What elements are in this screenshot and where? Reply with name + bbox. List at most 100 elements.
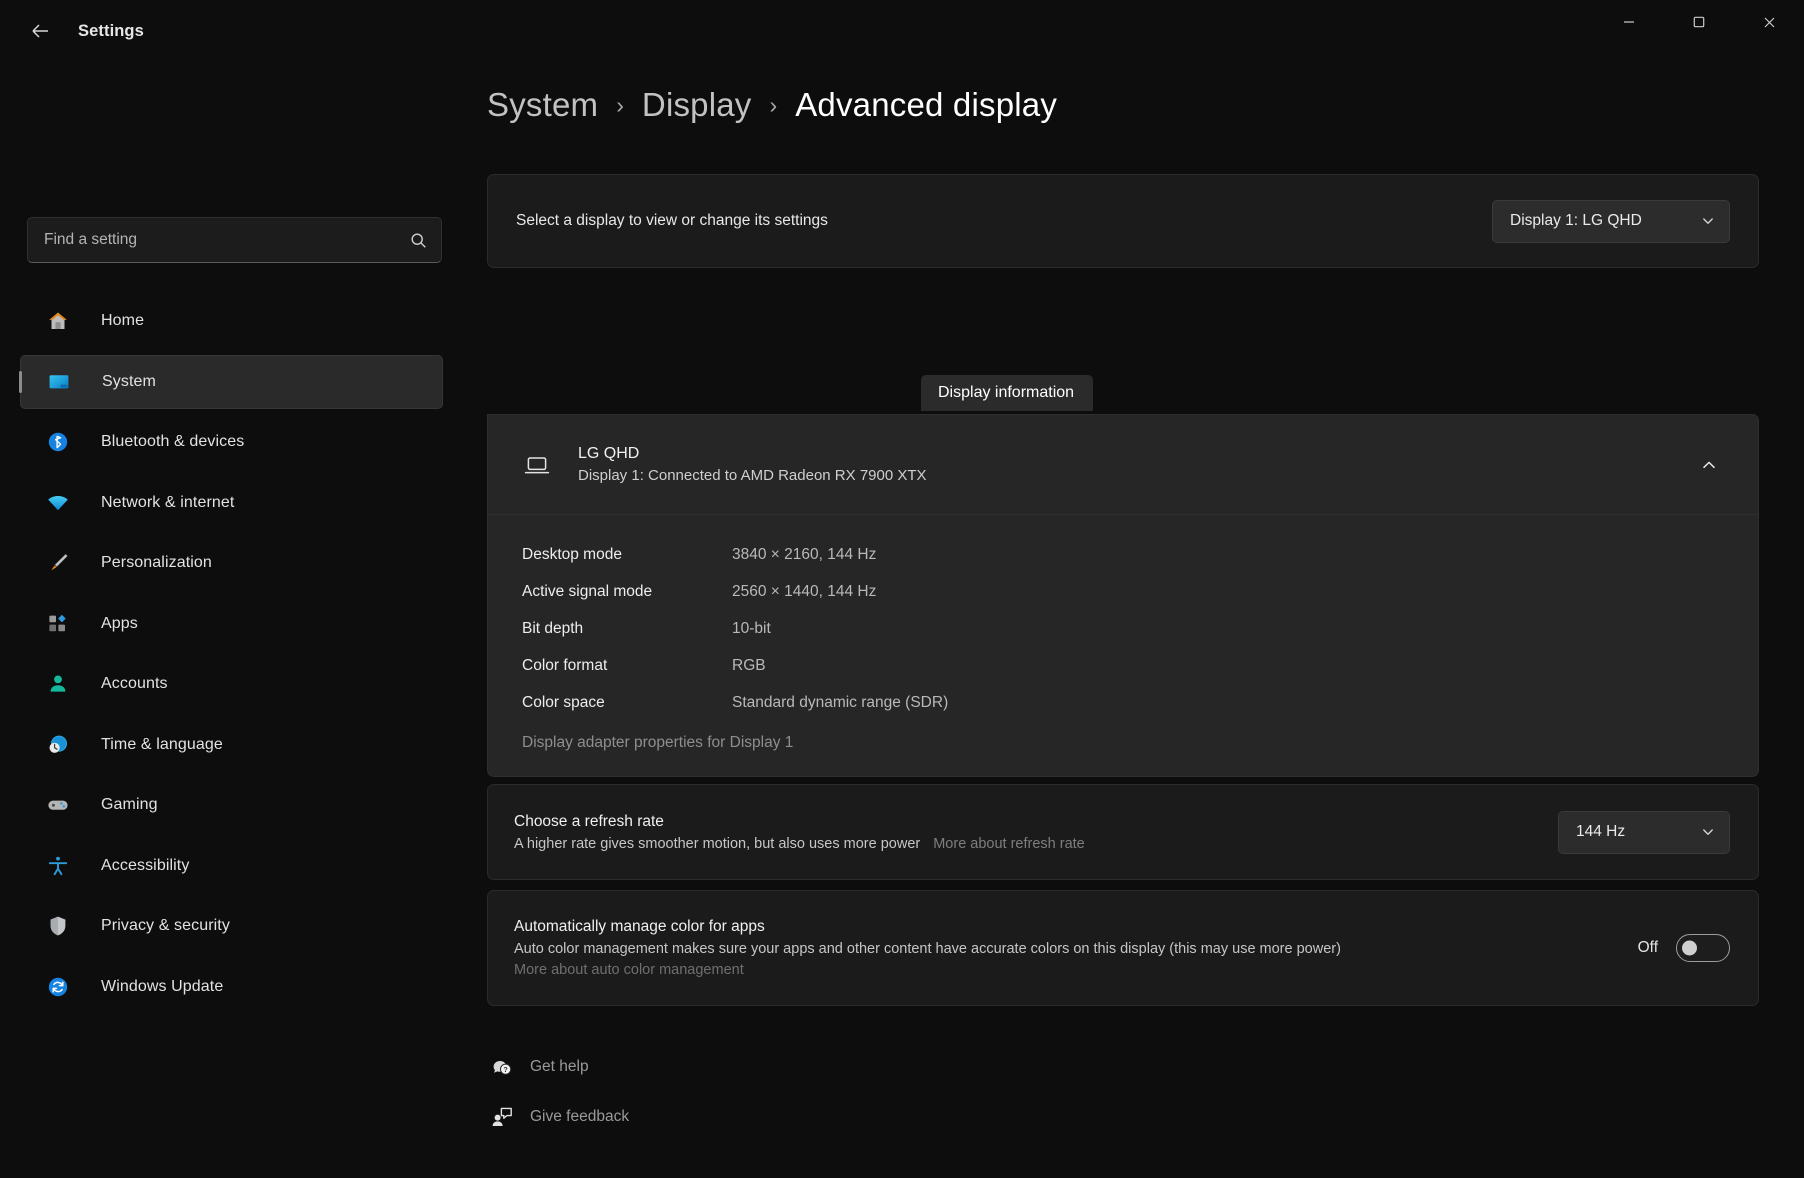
title-bar: Settings <box>0 0 1804 62</box>
spec-value: 10-bit <box>732 620 771 638</box>
spec-row: Desktop mode 3840 × 2160, 144 Hz <box>488 536 1758 573</box>
sidebar-item-accounts[interactable]: Accounts <box>20 657 443 711</box>
apps-icon <box>43 609 73 639</box>
chevron-down-icon <box>1701 214 1715 228</box>
content-area: System › Display › Advanced display Sele… <box>443 62 1804 1178</box>
sidebar: Home System <box>0 62 443 1178</box>
breadcrumb-item-display[interactable]: Display <box>642 86 752 124</box>
toggle-knob <box>1682 941 1697 956</box>
sidebar-item-personalization[interactable]: Personalization <box>20 536 443 590</box>
refresh-rate-description: A higher rate gives smoother motion, but… <box>514 836 920 852</box>
gamepad-icon <box>43 790 73 820</box>
sidebar-item-network-internet[interactable]: Network & internet <box>20 476 443 530</box>
display-selector-value: Display 1: LG QHD <box>1510 212 1687 230</box>
sidebar-item-label: Apps <box>101 615 138 633</box>
sidebar-item-time-language[interactable]: Time & language <box>20 718 443 772</box>
get-help-icon: ? <box>487 1055 517 1079</box>
accessibility-person-icon <box>43 851 73 881</box>
spec-key: Desktop mode <box>522 546 732 564</box>
chevron-up-icon[interactable] <box>1686 442 1732 488</box>
spec-key: Color space <box>522 694 732 712</box>
spec-key: Color format <box>522 657 732 675</box>
sidebar-item-privacy-security[interactable]: Privacy & security <box>20 899 443 953</box>
sidebar-nav: Home System <box>20 294 443 1020</box>
display-information-titles: LG QHD Display 1: Connected to AMD Radeo… <box>578 442 927 487</box>
display-connection: Display 1: Connected to AMD Radeon RX 79… <box>578 465 927 487</box>
refresh-rate-dropdown[interactable]: 144 Hz <box>1558 811 1730 854</box>
spec-key: Bit depth <box>522 620 732 638</box>
settings-window: Settings <box>0 0 1804 1178</box>
monitor-icon <box>522 450 552 480</box>
refresh-rate-more-link[interactable]: More about refresh rate <box>933 836 1085 852</box>
spec-row: Active signal mode 2560 × 1440, 144 Hz <box>488 573 1758 610</box>
refresh-rate-subline: A higher rate gives smoother motion, but… <box>514 836 1085 852</box>
display-adapter-properties-link[interactable]: Display adapter properties for Display 1 <box>488 728 1758 758</box>
spec-row: Color format RGB <box>488 647 1758 684</box>
sidebar-item-home[interactable]: Home <box>20 294 443 348</box>
refresh-rate-value: 144 Hz <box>1576 823 1687 841</box>
display-information-header[interactable]: LG QHD Display 1: Connected to AMD Radeo… <box>488 415 1758 515</box>
spec-row: Color space Standard dynamic range (SDR) <box>488 684 1758 721</box>
close-button[interactable] <box>1734 0 1804 44</box>
search-input[interactable] <box>44 231 410 249</box>
display-information-card: LG QHD Display 1: Connected to AMD Radeo… <box>487 414 1759 777</box>
footer-link-label: Give feedback <box>530 1108 629 1126</box>
sidebar-item-label: Accessibility <box>101 857 189 875</box>
bluetooth-icon <box>43 427 73 457</box>
give-feedback-icon <box>487 1105 517 1129</box>
footer-links: ? Get help Give feedback <box>487 1050 629 1134</box>
person-icon <box>43 669 73 699</box>
back-button[interactable] <box>18 9 62 53</box>
footer-link-label: Get help <box>530 1058 589 1076</box>
get-help-link[interactable]: ? Get help <box>487 1050 629 1084</box>
search-box[interactable] <box>27 217 442 263</box>
sidebar-item-label: Home <box>101 312 144 330</box>
display-name: LG QHD <box>578 442 927 465</box>
display-selector-card: Select a display to view or change its s… <box>487 174 1759 268</box>
spec-key: Active signal mode <box>522 583 732 601</box>
home-icon <box>43 306 73 336</box>
breadcrumb-item-system[interactable]: System <box>487 86 598 124</box>
sidebar-item-apps[interactable]: Apps <box>20 597 443 651</box>
search-icon <box>410 232 427 249</box>
system-monitor-icon <box>44 367 74 397</box>
refresh-rate-texts: Choose a refresh rate A higher rate give… <box>514 813 1085 852</box>
auto-color-more-link[interactable]: More about auto color management <box>514 962 1341 978</box>
clock-globe-icon <box>43 730 73 760</box>
shield-icon <box>43 911 73 941</box>
display-selector-dropdown[interactable]: Display 1: LG QHD <box>1492 200 1730 243</box>
sidebar-item-windows-update[interactable]: Windows Update <box>20 960 443 1014</box>
sidebar-item-accessibility[interactable]: Accessibility <box>20 839 443 893</box>
spec-row: Bit depth 10-bit <box>488 610 1758 647</box>
auto-color-description: Auto color management makes sure your ap… <box>514 941 1341 957</box>
svg-text:?: ? <box>503 1065 507 1074</box>
auto-color-toggle[interactable] <box>1676 934 1730 962</box>
give-feedback-link[interactable]: Give feedback <box>487 1100 629 1134</box>
sidebar-item-label: Time & language <box>101 736 223 754</box>
auto-color-texts: Automatically manage color for apps Auto… <box>514 918 1341 978</box>
sidebar-item-system[interactable]: System <box>20 355 443 409</box>
sidebar-item-label: Gaming <box>101 796 158 814</box>
auto-color-state-label: Off <box>1638 939 1658 957</box>
spec-value: Standard dynamic range (SDR) <box>732 694 948 712</box>
app-title: Settings <box>78 22 144 41</box>
sidebar-item-label: Windows Update <box>101 978 223 996</box>
sidebar-item-label: Accounts <box>101 675 168 693</box>
maximize-button[interactable] <box>1664 0 1734 44</box>
sidebar-item-label: Privacy & security <box>101 917 230 935</box>
auto-color-card: Automatically manage color for apps Auto… <box>487 890 1759 1006</box>
display-information-tab: Display information <box>921 375 1093 411</box>
sidebar-item-bluetooth-devices[interactable]: Bluetooth & devices <box>20 415 443 469</box>
display-selector-label: Select a display to view or change its s… <box>516 212 828 230</box>
paintbrush-icon <box>43 548 73 578</box>
minimize-button[interactable] <box>1594 0 1664 44</box>
sidebar-item-gaming[interactable]: Gaming <box>20 778 443 832</box>
breadcrumb-item-advanced-display: Advanced display <box>795 86 1057 124</box>
spec-value: 3840 × 2160, 144 Hz <box>732 546 876 564</box>
refresh-rate-card: Choose a refresh rate A higher rate give… <box>487 784 1759 880</box>
refresh-rate-title: Choose a refresh rate <box>514 813 1085 831</box>
breadcrumb: System › Display › Advanced display <box>487 86 1057 124</box>
chevron-down-icon <box>1701 825 1715 839</box>
breadcrumb-separator: › <box>770 92 778 119</box>
window-controls <box>1594 0 1804 62</box>
